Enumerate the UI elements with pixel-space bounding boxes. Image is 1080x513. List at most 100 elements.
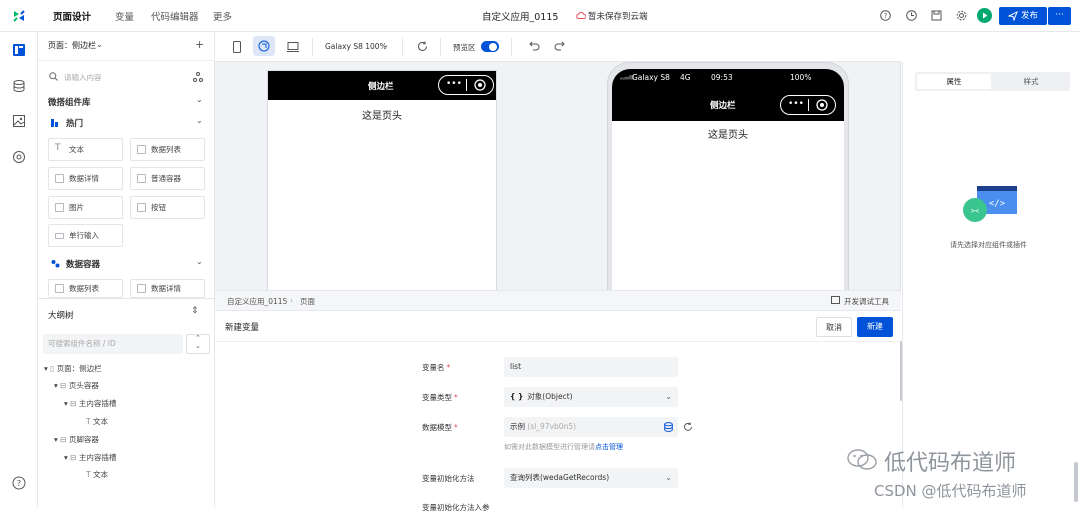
history-icon[interactable] [906, 10, 917, 21]
library-title[interactable]: 微搭组件库 [48, 96, 91, 108]
cloud-warning-icon [576, 11, 586, 19]
close-circle-icon[interactable] [816, 99, 828, 111]
responsive-device-icon[interactable] [253, 36, 275, 56]
image-icon [55, 203, 64, 212]
svg-text:><: >< [971, 207, 979, 215]
tab-code-editor[interactable]: 代码编辑器 [151, 9, 199, 23]
chevron-down-icon[interactable]: ⌄ [96, 40, 103, 49]
scrollbar[interactable] [1074, 462, 1078, 502]
logo-icon[interactable] [11, 8, 27, 24]
run-preview-icon[interactable] [977, 8, 992, 23]
chevron-down-icon[interactable]: ⌄ [383, 41, 389, 49]
hot-group-icon [51, 118, 60, 127]
component-input[interactable]: 单行输入 [48, 224, 123, 247]
debug-tools-icon[interactable] [831, 296, 840, 304]
manage-link[interactable]: 点击管理 [595, 443, 623, 451]
save-icon[interactable] [931, 10, 942, 21]
page-preview-frame[interactable]: 侧边栏 ••• 这是页头 [267, 70, 497, 290]
more-dots-icon[interactable]: ••• [788, 98, 804, 110]
tab-styles[interactable]: 样式 [994, 74, 1068, 89]
desktop-device-icon[interactable] [287, 42, 299, 52]
model-select[interactable]: 示例 (sl_97vb0n5) [504, 417, 678, 437]
scrollbar[interactable] [900, 341, 902, 401]
tree-node-main-slot-2[interactable]: ▾ ⊟ 主内容插槽 [64, 452, 116, 464]
publish-button[interactable]: 发布 [999, 7, 1047, 25]
add-page-icon[interactable]: + [195, 38, 204, 51]
chevron-down-icon[interactable]: ⌄ [195, 342, 201, 350]
text-icon: T [55, 143, 61, 153]
hot-group-label[interactable]: 热门 [66, 117, 83, 129]
component-data-detail-2[interactable]: 数据详情 [130, 279, 205, 298]
collapse-toggle-icon[interactable]: ⇕ [191, 306, 199, 316]
more-dots-icon[interactable]: ••• [446, 78, 462, 90]
dev-tools-link[interactable]: 开发调试工具 [844, 296, 889, 307]
mini-program-capsule[interactable]: ••• [438, 75, 494, 95]
settings-icon[interactable] [956, 10, 967, 21]
divider [402, 38, 403, 56]
outline-title[interactable]: 大纲树 [48, 309, 74, 321]
tree-node-footer[interactable]: ▾ ⊟ 页脚容器 [54, 434, 99, 446]
outline-search-input[interactable]: 可搜索组件名称 / ID [43, 334, 183, 354]
type-select[interactable]: { } 对象(Object) ⌄ [504, 387, 678, 407]
extensions-icon[interactable] [12, 150, 26, 164]
close-circle-icon[interactable] [474, 79, 486, 91]
cancel-button[interactable]: 取消 [816, 317, 852, 337]
data-group-label[interactable]: 数据容器 [66, 258, 100, 270]
detail-icon [137, 284, 146, 293]
name-input[interactable]: list [504, 357, 678, 377]
component-tree-icon[interactable] [193, 72, 203, 82]
component-label: 数据列表 [69, 284, 99, 293]
header-text[interactable]: 这是页头 [708, 126, 748, 141]
component-button[interactable]: 按钮 [130, 196, 205, 219]
header-text[interactable]: 这是页头 [362, 107, 402, 122]
component-image[interactable]: 图片 [48, 196, 123, 219]
chevron-up-icon[interactable]: ⌃ [195, 334, 201, 342]
tree-node-text-2[interactable]: T 文本 [86, 469, 108, 481]
tab-variables[interactable]: 变量 [115, 9, 134, 23]
help-circle-icon[interactable]: ? [12, 476, 26, 490]
component-data-list[interactable]: 数据列表 [130, 138, 205, 161]
tree-node-header[interactable]: ▾ ⊟ 页头容器 [54, 380, 99, 392]
redo-icon[interactable] [554, 41, 565, 51]
undo-icon[interactable] [529, 41, 540, 51]
chevron-down-icon[interactable]: ⌄ [196, 116, 203, 125]
init-method-select[interactable]: 查询列表(wedaGetRecords) ⌄ [504, 468, 678, 488]
tab-properties[interactable]: 属性 [917, 74, 991, 89]
database-icon[interactable] [12, 79, 26, 93]
tab-more[interactable]: 更多 [213, 9, 232, 23]
container-icon [137, 174, 146, 183]
required-mark: * [454, 423, 458, 432]
divider [511, 38, 512, 56]
scrollbar[interactable] [900, 62, 901, 290]
chevron-down-icon[interactable]: ⌄ [196, 95, 203, 104]
tree-node-main-slot[interactable]: ▾ ⊟ 主内容插槽 [64, 398, 116, 410]
phone-screen[interactable]: ▂▃▅ Galaxy S8 4G 09:53 100% 侧边栏 ••• 这是页头 [612, 69, 844, 290]
button-icon [137, 203, 146, 212]
create-button[interactable]: 新建 [857, 317, 893, 337]
device-select[interactable]: Galaxy S8 100% [325, 42, 387, 51]
image-assets-icon[interactable] [12, 114, 26, 128]
component-container[interactable]: 普通容器 [130, 167, 205, 190]
design-canvas[interactable]: 侧边栏 ••• 这是页头 ▂▃▅ Galaxy S8 4G 09:53 100%… [215, 62, 901, 290]
tree-node-text[interactable]: T 文本 [86, 416, 108, 428]
more-actions-button[interactable]: ··· [1048, 7, 1071, 25]
component-data-list-2[interactable]: 数据列表 [48, 279, 123, 298]
chevron-down-icon[interactable]: ⌄ [196, 257, 203, 266]
outline-stepper[interactable]: ⌃ ⌄ [186, 334, 210, 354]
pages-icon[interactable] [12, 43, 26, 57]
breadcrumb-page[interactable]: 页面 [300, 296, 315, 307]
mobile-device-icon[interactable] [233, 41, 241, 53]
select-value: 查询列表(wedaGetRecords) [510, 473, 610, 482]
help-icon[interactable]: ? [880, 10, 891, 21]
preview-toggle[interactable] [481, 41, 499, 52]
page-selector[interactable]: 页面：侧边栏 [48, 40, 96, 51]
component-text[interactable]: T 文本 [48, 138, 123, 161]
tab-page-design[interactable]: 页面设计 [53, 9, 91, 23]
component-search-input[interactable]: 请输入内容 [64, 72, 102, 83]
tree-node-page[interactable]: ▾ ▯ 页面：侧边栏 [44, 363, 102, 375]
refresh-icon[interactable] [417, 41, 428, 52]
mini-program-capsule[interactable]: ••• [780, 95, 836, 115]
breadcrumb-app[interactable]: 自定义应用_0115 [227, 296, 287, 307]
component-data-detail[interactable]: 数据详情 [48, 167, 123, 190]
refresh-icon[interactable] [683, 422, 693, 432]
